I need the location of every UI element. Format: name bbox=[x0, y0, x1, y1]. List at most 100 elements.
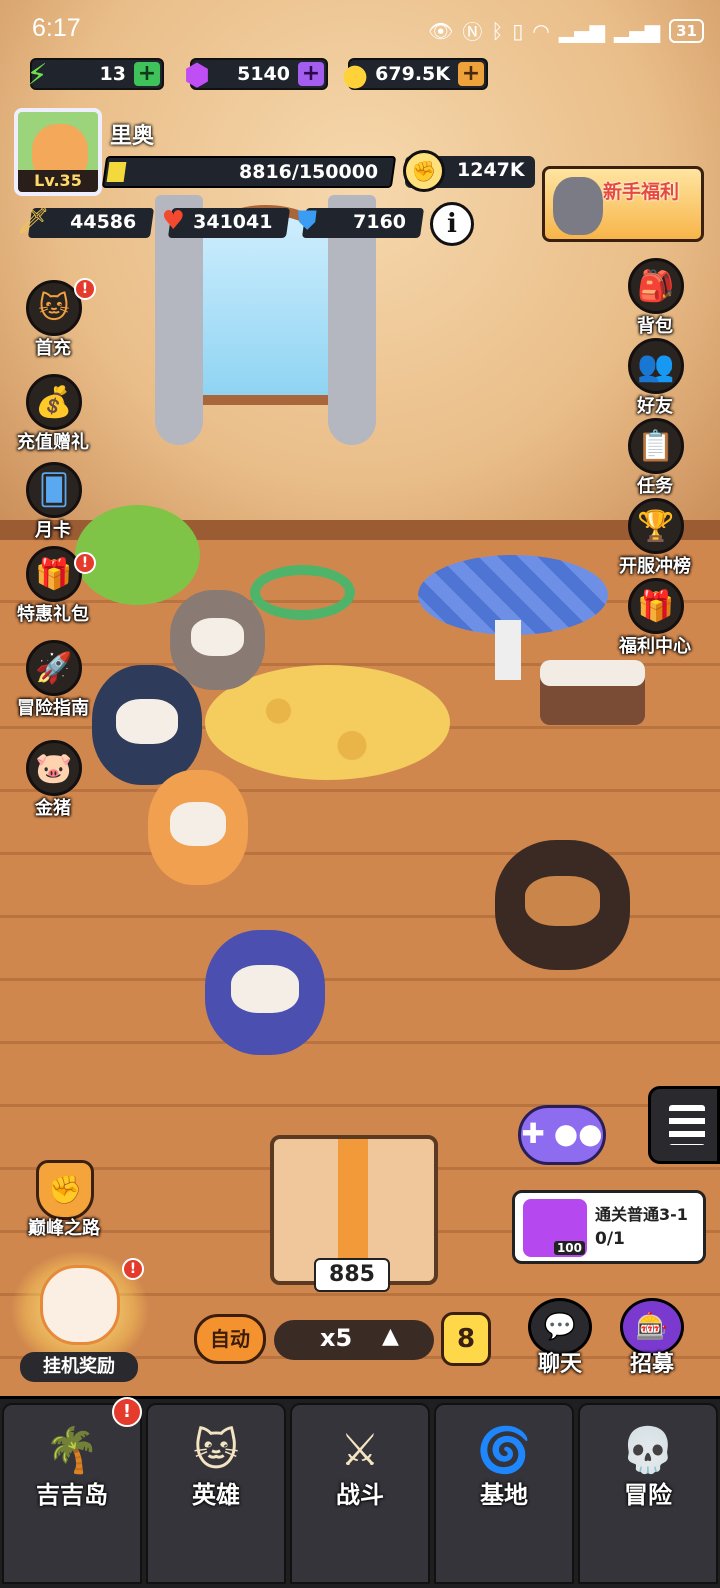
power-value: 1247K bbox=[457, 159, 525, 181]
gamepad-button[interactable]: ✚ ●● bbox=[518, 1105, 606, 1165]
gift-pack-icon: 🎁 bbox=[26, 546, 82, 602]
lucky-cat-icon bbox=[40, 1265, 120, 1345]
nav-tab-heroes[interactable]: 🐱 英雄 bbox=[146, 1403, 286, 1584]
attack-value: 44586 bbox=[70, 211, 137, 233]
peak-road-label: 巅峰之路 bbox=[28, 1218, 100, 1239]
hero-icon: 🐱 bbox=[193, 1425, 239, 1476]
rocket-icon: 🚀 bbox=[26, 640, 82, 696]
hero-swordsman-cat[interactable] bbox=[205, 930, 325, 1055]
palm-island-icon: 🌴 bbox=[44, 1425, 100, 1476]
newbie-benefits-banner[interactable]: 新手福利 bbox=[542, 166, 704, 242]
left-menu-label: 充值赠礼 bbox=[17, 432, 89, 453]
gem-icon: ⬢ bbox=[183, 57, 211, 93]
status-time: 6:17 bbox=[32, 14, 81, 42]
arrow-up-icon: ▲ bbox=[382, 1324, 399, 1349]
hero-bearded-cat[interactable] bbox=[495, 840, 630, 970]
hero-king-cat[interactable] bbox=[170, 590, 265, 690]
base-icon: 🌀 bbox=[476, 1425, 532, 1476]
friends-icon: 👥 bbox=[628, 338, 684, 394]
gems-resource[interactable]: ⬢ 5140 + bbox=[184, 58, 328, 93]
coin-icon: ● bbox=[341, 57, 369, 93]
right-menu-server-ranking[interactable]: 🏆 开服冲榜 bbox=[610, 498, 700, 580]
hero-monkey-cat[interactable] bbox=[148, 770, 248, 885]
wifi-icon: ◠ bbox=[532, 18, 550, 43]
nav-tab-base[interactable]: 🌀 基地 bbox=[434, 1403, 574, 1584]
right-menu-backpack[interactable]: 🎒 背包 bbox=[610, 258, 700, 340]
xp-fill bbox=[106, 162, 127, 182]
right-menu-tasks[interactable]: 📋 任务 bbox=[610, 418, 700, 500]
nav-label: 战斗 bbox=[336, 1481, 384, 1509]
sword-icon: 🗡 bbox=[16, 206, 50, 236]
recruit-label: 招募 bbox=[629, 1352, 674, 1377]
defense-stat: ⛊ 7160 bbox=[298, 206, 425, 238]
reward-count: 100 bbox=[553, 1241, 585, 1255]
chat-label: 聊天 bbox=[537, 1352, 582, 1377]
gamepad-icon: ✚ ●● bbox=[521, 1117, 603, 1150]
right-menu-label: 任务 bbox=[637, 476, 673, 497]
hero-general-cat[interactable] bbox=[92, 665, 202, 785]
level-badge[interactable]: 8 bbox=[441, 1312, 491, 1366]
list-icon bbox=[669, 1105, 705, 1145]
right-menu-label: 背包 bbox=[637, 316, 673, 337]
island-badge: ! bbox=[112, 1397, 142, 1427]
nav-tab-adventure[interactable]: 💀 冒险 bbox=[578, 1403, 718, 1584]
left-menu-label: 首充 bbox=[35, 338, 71, 359]
heart-icon: ♥ bbox=[161, 206, 185, 236]
energy-value: 13 bbox=[99, 63, 126, 85]
idle-reward-label: 挂机奖励 bbox=[20, 1352, 138, 1382]
right-menu-label: 开服冲榜 bbox=[619, 556, 691, 577]
nav-tab-battle[interactable]: ⚔ 战斗 bbox=[290, 1403, 430, 1584]
lightning-icon: ⚡ bbox=[26, 57, 48, 93]
chat-button[interactable]: 💬 聊天 bbox=[520, 1298, 600, 1378]
info-button[interactable]: i bbox=[430, 202, 474, 246]
peak-road-button[interactable]: ✊ 巅峰之路 bbox=[14, 1160, 114, 1240]
left-menu-label: 月卡 bbox=[35, 520, 71, 541]
gold-pig-icon: 🐷 bbox=[26, 740, 82, 796]
hp-value: 341041 bbox=[192, 211, 273, 233]
left-menu-label: 冒险指南 bbox=[17, 698, 89, 719]
table-leg bbox=[495, 620, 521, 680]
energy-resource[interactable]: ⚡ 13 + bbox=[26, 58, 164, 93]
quest-tracker[interactable]: 100 通关普通3-1 0/1 bbox=[512, 1190, 706, 1264]
quest-title: 通关普通3-1 bbox=[595, 1205, 688, 1224]
nav-tab-island[interactable]: 🌴 ! 吉吉岛 bbox=[2, 1397, 142, 1584]
auto-button[interactable]: 自动 bbox=[194, 1314, 266, 1364]
left-menu-recharge-gift[interactable]: 💰 充值赠礼 bbox=[8, 374, 98, 456]
crossed-swords-icon: ⚔ bbox=[340, 1425, 380, 1476]
left-menu-special-pack[interactable]: 🎁 ! 特惠礼包 bbox=[8, 546, 98, 628]
nav-label: 英雄 bbox=[192, 1481, 240, 1509]
add-coins-button[interactable]: + bbox=[458, 62, 484, 86]
tasks-icon: 📋 bbox=[628, 418, 684, 474]
more-menu-button[interactable] bbox=[648, 1086, 720, 1164]
right-menu-welfare-center[interactable]: 🎁 福利中心 bbox=[610, 578, 700, 660]
left-menu-gold-pig[interactable]: 🐷 金猪 bbox=[8, 740, 98, 822]
defense-value: 7160 bbox=[353, 211, 407, 233]
left-menu-label: 金猪 bbox=[35, 798, 71, 819]
recruit-button[interactable]: 🎰 招募 bbox=[612, 1298, 692, 1378]
fist-badge-icon: ✊ bbox=[36, 1160, 94, 1220]
player-level: Lv.35 bbox=[18, 170, 98, 192]
xp-text: 8816/150000 bbox=[238, 161, 378, 183]
nav-label: 吉吉岛 bbox=[36, 1481, 108, 1509]
box-count: 885 bbox=[314, 1258, 390, 1292]
coins-resource[interactable]: ● 679.5K + bbox=[342, 58, 488, 93]
combat-power: ✊ 1247K bbox=[403, 150, 535, 192]
speed-selector[interactable]: x5 ▲ bbox=[274, 1320, 434, 1360]
right-menu-friends[interactable]: 👥 好友 bbox=[610, 338, 700, 420]
left-menu-month-card[interactable]: 🂠 月卡 bbox=[8, 462, 98, 544]
signal-icon-2: ▂▄▆ bbox=[613, 18, 661, 43]
add-gems-button[interactable]: + bbox=[298, 62, 324, 86]
month-card-icon: 🂠 bbox=[26, 462, 82, 518]
left-menu-first-recharge[interactable]: 🐱 ! 首充 bbox=[8, 278, 98, 362]
stool-cushion bbox=[540, 660, 645, 686]
attack-stat: 🗡 44586 bbox=[17, 206, 155, 238]
avatar[interactable]: Lv.35 bbox=[14, 108, 102, 196]
skull-icon: 💀 bbox=[620, 1425, 676, 1476]
left-menu-adventure-guide[interactable]: 🚀 冒险指南 bbox=[8, 640, 98, 722]
add-energy-button[interactable]: + bbox=[134, 62, 160, 86]
money-bag-icon: 💰 bbox=[26, 374, 82, 430]
vibrate-icon: ▯ bbox=[512, 18, 524, 43]
promo-cat-icon bbox=[553, 177, 603, 235]
signal-icon-1: ▂▄▆ bbox=[558, 18, 605, 43]
idle-reward-button[interactable]: ! 挂机奖励 bbox=[10, 1250, 150, 1385]
